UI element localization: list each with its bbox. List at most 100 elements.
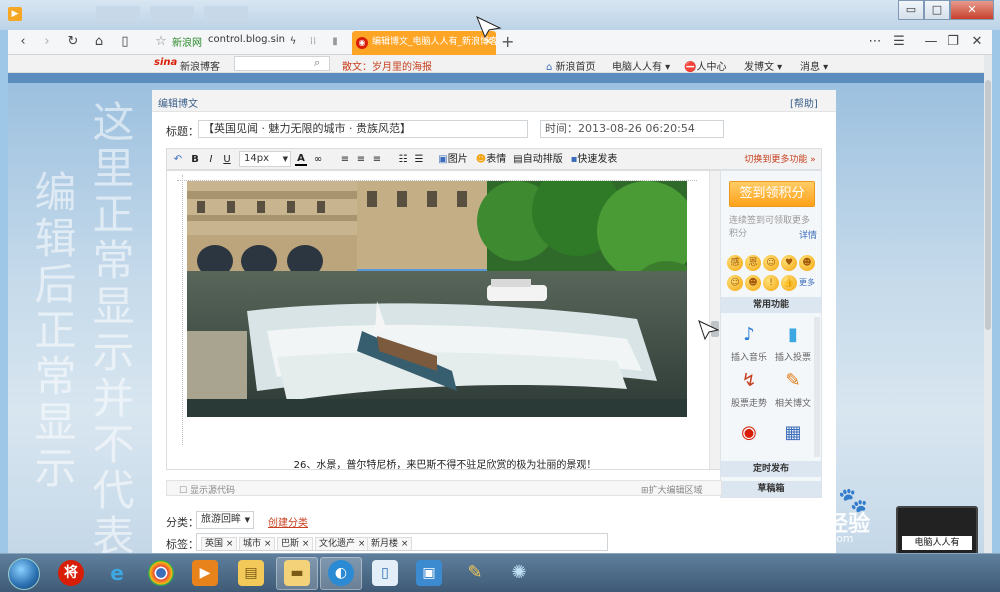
number-list-icon[interactable]: ☰	[413, 152, 425, 168]
insert-music-button[interactable]: ♪ 插入音乐	[729, 323, 769, 363]
emoji-8[interactable]: !	[763, 275, 779, 291]
tab-edit-post[interactable]: ◉ 编辑博文_电脑人人有_新浪博客	[352, 31, 496, 55]
emoji-7[interactable]: ☻	[745, 275, 761, 291]
underline-button[interactable]: U	[221, 152, 233, 168]
tag-chip[interactable]: 文化遗产 ×	[315, 537, 370, 550]
emoji-1[interactable]: 感	[727, 255, 743, 271]
document-icon[interactable]: ▯	[372, 560, 398, 586]
reader-icon[interactable]: ▯	[116, 33, 134, 51]
align-right-icon[interactable]: ≡	[371, 152, 383, 168]
help-link[interactable]: [帮助]	[790, 95, 818, 110]
bullet-list-icon[interactable]: ☷	[397, 152, 409, 168]
emoji-4[interactable]: ♥	[781, 255, 797, 271]
font-size-select[interactable]: 14px ▼	[239, 151, 291, 167]
new-tab-button[interactable]: +	[501, 32, 514, 51]
tag-chip[interactable]: 城市 ×	[239, 537, 276, 550]
sina-home-link[interactable]: ⌂ 新浪首页	[546, 58, 596, 73]
forward-icon[interactable]: ›	[38, 33, 56, 51]
taskbar-folder-highlight[interactable]: ▬	[276, 557, 318, 590]
align-left-icon[interactable]: ≡	[339, 152, 351, 168]
tag-chip[interactable]: 新月楼 ×	[367, 537, 413, 550]
post-menu[interactable]: 发博文 ▾	[744, 58, 782, 73]
tag-chip[interactable]: 巴斯 ×	[277, 537, 314, 550]
insert-image-button[interactable]: ▣图片	[435, 152, 471, 168]
category-select[interactable]: 旅游回眸 ▼	[196, 511, 254, 529]
page-icon[interactable]: ▮	[326, 33, 344, 51]
quick-post-label: 快速发表	[577, 154, 618, 165]
expand-editor-toggle[interactable]: ⊞扩大编辑区域	[641, 483, 703, 496]
signin-detail-link[interactable]: 详情	[799, 228, 817, 241]
emoji-more-link[interactable]: 更多	[799, 277, 815, 288]
tags-input[interactable]: 英国 × 城市 × 巴斯 × 文化遗产 × 新月楼 ×	[196, 533, 608, 551]
emoji-2[interactable]: 恩	[745, 255, 761, 271]
time-input[interactable]: 时间：2013-08-26 06:20:54	[540, 120, 724, 138]
minimize-button[interactable]: ▭	[898, 0, 924, 20]
emoji-3[interactable]: ☺	[763, 255, 779, 271]
user-menu[interactable]: 电脑人人有 ▾	[612, 58, 670, 73]
network-icon[interactable]: ▣	[416, 560, 442, 586]
tag-chip[interactable]: 英国 ×	[201, 537, 238, 550]
create-category-link[interactable]: 创建分类	[268, 514, 308, 529]
stock-trend-button[interactable]: ↯ 股票走势	[729, 369, 769, 409]
close-icon[interactable]: ✕	[968, 33, 986, 51]
back-icon[interactable]: ‹	[14, 33, 32, 51]
home-icon[interactable]: ⌂	[90, 33, 108, 51]
align-center-icon[interactable]: ≡	[355, 152, 367, 168]
insert-music-label: 插入音乐	[730, 353, 767, 363]
link-icon[interactable]: ∞	[311, 152, 325, 168]
title-input[interactable]: 【英国见闻 · 魅力无限的城市 · 贵族风范】	[198, 120, 528, 138]
start-orb-icon[interactable]	[8, 558, 40, 590]
section-timed-publish[interactable]: 定时发布	[721, 461, 821, 477]
emoji-9[interactable]: 👍	[781, 275, 797, 291]
min-icon[interactable]: —	[922, 33, 940, 51]
ghost-tab-3	[204, 6, 248, 22]
signin-points-button[interactable]: 签到领积分	[729, 181, 815, 207]
star-icon[interactable]: ☆	[152, 33, 170, 51]
reload-icon[interactable]: ↻	[64, 33, 82, 51]
chrome-icon[interactable]	[148, 560, 174, 586]
page-scroll-thumb[interactable]	[985, 80, 991, 330]
layout-button[interactable]: ▦	[773, 421, 813, 448]
font-size-value: 14px	[244, 153, 269, 164]
menu-icon[interactable]: ☰	[890, 33, 908, 51]
personal-center-link[interactable]: ⛔人中心	[684, 58, 726, 73]
section-common-functions: 常用功能	[721, 297, 821, 313]
taskbar-browser-highlight[interactable]: ◐	[320, 557, 362, 590]
emoji-button[interactable]: ☻表情	[473, 152, 509, 168]
ie-icon[interactable]: e	[104, 560, 130, 586]
message-menu[interactable]: 消息 ▾	[800, 58, 828, 73]
inserted-photo[interactable]	[187, 181, 687, 417]
sina-blog-logo[interactable]: 新浪博客	[180, 58, 220, 73]
flash-icon[interactable]: ϟ	[284, 33, 302, 51]
emoji-6[interactable]: ☺	[727, 275, 743, 291]
emoji-5[interactable]: ☻	[799, 255, 815, 271]
maximize-button[interactable]: □	[924, 0, 950, 20]
media-player-icon[interactable]: ▶	[192, 560, 218, 586]
header-band	[8, 73, 992, 83]
address-url[interactable]: control.blog.sin	[208, 34, 285, 45]
explorer-icon[interactable]: ▤	[238, 560, 264, 586]
italic-button[interactable]: I	[205, 152, 217, 168]
autoformat-button[interactable]: ▤自动排版	[513, 152, 563, 168]
search-icon[interactable]: ⌕	[314, 56, 320, 70]
undo-icon[interactable]: ↶	[171, 152, 185, 168]
sina-marquee[interactable]: 散文：岁月里的海报	[342, 58, 432, 73]
restore-icon[interactable]: ❐	[944, 33, 962, 51]
insert-vote-button[interactable]: ▮ 插入投票	[773, 323, 813, 363]
editor-content-area[interactable]: 26、水景，普尔特尼桥，来巴斯不得不驻足欣赏的极为壮丽的景观！	[166, 170, 722, 471]
close-window-button[interactable]: ✕	[950, 0, 994, 20]
show-source-toggle[interactable]: ☐ 显示源代码	[179, 483, 235, 496]
jiang-icon[interactable]: 将	[58, 560, 84, 586]
sina-logo-icon[interactable]: sina	[154, 57, 177, 68]
side-panel-scrollbar[interactable]	[814, 317, 820, 457]
more-icon[interactable]: ⋯	[866, 33, 884, 51]
weibo-button[interactable]: ◉	[729, 421, 769, 448]
spin-icon[interactable]: ✺	[506, 560, 532, 586]
grid-icon[interactable]: ⁞⁞	[304, 33, 322, 51]
more-features-toggle[interactable]: 切换到更多功能 »	[741, 152, 819, 168]
quick-post-button[interactable]: ▪快速发表	[569, 152, 619, 168]
font-color-button[interactable]: A	[295, 152, 307, 166]
paint-icon[interactable]: ✎	[462, 560, 488, 586]
bold-button[interactable]: B	[189, 152, 201, 168]
related-posts-button[interactable]: ✎ 相关博文	[773, 369, 813, 409]
